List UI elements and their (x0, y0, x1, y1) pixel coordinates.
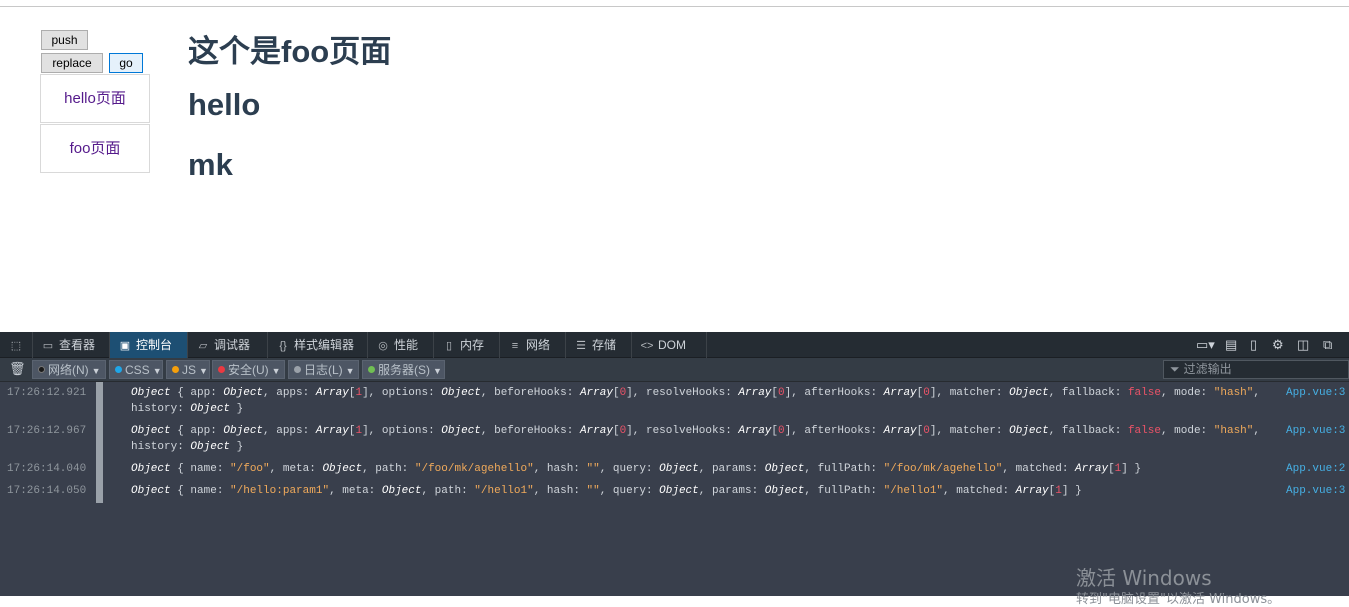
tab-memory[interactable]: ▯ 内存 (434, 332, 500, 358)
tab-console[interactable]: ▣ 控制台 (110, 332, 188, 358)
chevron-down-icon: ▼ (199, 366, 208, 376)
log-source-link[interactable]: App.vue:3 (1286, 385, 1345, 401)
server-dot-icon (368, 366, 375, 374)
funnel-icon: ⏷ (1170, 362, 1180, 376)
filter-css[interactable]: CSS ▼ (109, 360, 163, 379)
logging-dot-icon (294, 366, 301, 374)
filter-output-input[interactable]: ⏷ 过滤输出 (1163, 360, 1349, 379)
storage-icon: ☰ (576, 340, 586, 352)
log-row[interactable]: 17:26:14.050 Object { name: "/hello:para… (0, 483, 1349, 503)
undock-window-icon[interactable]: ⧉ (1323, 332, 1332, 358)
nav-link-foo[interactable]: foo页面 (40, 124, 150, 173)
route-nav: hello页面 foo页面 (40, 74, 150, 173)
activation-watermark-subtext: 转到"电脑设置"以激活 Windows。 (1076, 592, 1281, 607)
chevron-down-icon: ▼ (345, 366, 355, 376)
responsive-design-icon[interactable]: ▯ (1250, 332, 1257, 358)
filter-security[interactable]: 安全(U) ▼ (212, 360, 285, 379)
log-row[interactable]: 17:26:14.040 Object { name: "/foo", meta… (0, 461, 1349, 481)
chevron-down-icon: ▼ (91, 366, 101, 376)
log-message: Object { app: Object, apps: Array[1], op… (131, 387, 1267, 415)
tab-dom[interactable]: <> DOM (632, 332, 707, 358)
nav-link-hello[interactable]: hello页面 (40, 74, 150, 123)
router-view: 这个是foo页面 hello mk (188, 29, 391, 195)
performance-icon: ◎ (378, 340, 388, 352)
js-dot-icon (172, 366, 179, 374)
devtools-panel: ⬚ ▭ 查看器 ▣ 控制台 ▱ 调试器 {} 样式编辑器 ◎ 性能 ▯ 内存 ≡ 网络 ☰ 存储… (0, 332, 1349, 596)
trash-icon[interactable]: 🗑 (9, 361, 26, 377)
chevron-down-icon: ▼ (152, 366, 162, 376)
log-row[interactable]: 17:26:12.921 Object { app: Object, apps:… (0, 385, 1349, 421)
browser-top-border (0, 0, 1349, 7)
tab-performance[interactable]: ◎ 性能 (368, 332, 434, 358)
log-message: Object { app: Object, apps: Array[1], op… (131, 425, 1267, 453)
debugger-icon: ▱ (198, 340, 208, 352)
log-message: Object { name: "/foo", meta: Object, pat… (131, 463, 1142, 475)
pick-element-button[interactable]: ⬚ (0, 332, 33, 358)
activation-watermark: 激活 Windows (1076, 566, 1212, 590)
log-row[interactable]: 17:26:12.967 Object { app: Object, apps:… (0, 423, 1349, 459)
log-source-link[interactable]: App.vue:2 (1286, 461, 1345, 477)
inspector-icon: ▭ (42, 340, 54, 352)
mk-heading: mk (188, 147, 233, 182)
log-timestamp: 17:26:14.050 (7, 485, 87, 497)
memory-icon: ▯ (445, 340, 453, 352)
console-filterbar: 🗑 网络(N) ▼ CSS ▼ JS ▼ 安全(U) ▼ 日志(L) ▼ 服务器(S) ▼ … (0, 358, 1349, 382)
log-timestamp: 17:26:12.967 (7, 425, 87, 437)
network-icon: ≡ (511, 340, 519, 352)
console-icon: ▣ (119, 340, 131, 352)
tab-network[interactable]: ≡ 网络 (500, 332, 566, 358)
log-timestamp: 17:26:12.921 (7, 387, 87, 399)
log-timestamp: 17:26:14.040 (7, 463, 87, 475)
tab-inspector[interactable]: ▭ 查看器 (33, 332, 110, 358)
filter-server[interactable]: 服务器(S) ▼ (362, 360, 445, 379)
filter-logging[interactable]: 日志(L) ▼ (288, 360, 359, 379)
chevron-down-icon: ▼ (433, 366, 442, 376)
split-console-icon[interactable]: ▤ (1225, 332, 1237, 358)
push-button[interactable]: push (41, 30, 88, 50)
chevron-down-icon: ▼ (271, 366, 281, 376)
tab-storage[interactable]: ☰ 存储 (566, 332, 632, 358)
dom-icon: <> (640, 340, 654, 352)
app-page: push replace go hello页面 foo页面 这个是foo页面 h… (0, 7, 1349, 332)
devtools-tabbar: ⬚ ▭ 查看器 ▣ 控制台 ▱ 调试器 {} 样式编辑器 ◎ 性能 ▯ 内存 ≡ 网络 ☰ 存储… (0, 332, 1349, 358)
replace-button[interactable]: replace (41, 53, 103, 73)
network-dot-icon (38, 366, 45, 374)
css-dot-icon (115, 366, 122, 374)
go-button[interactable]: go (109, 53, 143, 73)
log-source-link[interactable]: App.vue:3 (1286, 483, 1345, 499)
style-editor-icon: {} (279, 340, 287, 352)
pick-element-icon: ⬚ (10, 340, 22, 352)
log-source-link[interactable]: App.vue:3 (1286, 423, 1345, 439)
settings-gear-icon[interactable]: ⚙ (1272, 332, 1284, 358)
frame-select-icon[interactable]: ▭▾ (1196, 332, 1215, 358)
security-dot-icon (218, 366, 225, 374)
dock-side-icon[interactable]: ◫ (1297, 332, 1309, 358)
log-message: Object { name: "/hello:param1", meta: Ob… (131, 485, 1082, 497)
page-title: 这个是foo页面 (188, 34, 392, 69)
tab-debugger[interactable]: ▱ 调试器 (188, 332, 268, 358)
filter-js[interactable]: JS ▼ (166, 360, 210, 379)
filter-network[interactable]: 网络(N) ▼ (32, 360, 106, 379)
tab-style-editor[interactable]: {} 样式编辑器 (268, 332, 368, 358)
hello-heading: hello (188, 87, 261, 122)
